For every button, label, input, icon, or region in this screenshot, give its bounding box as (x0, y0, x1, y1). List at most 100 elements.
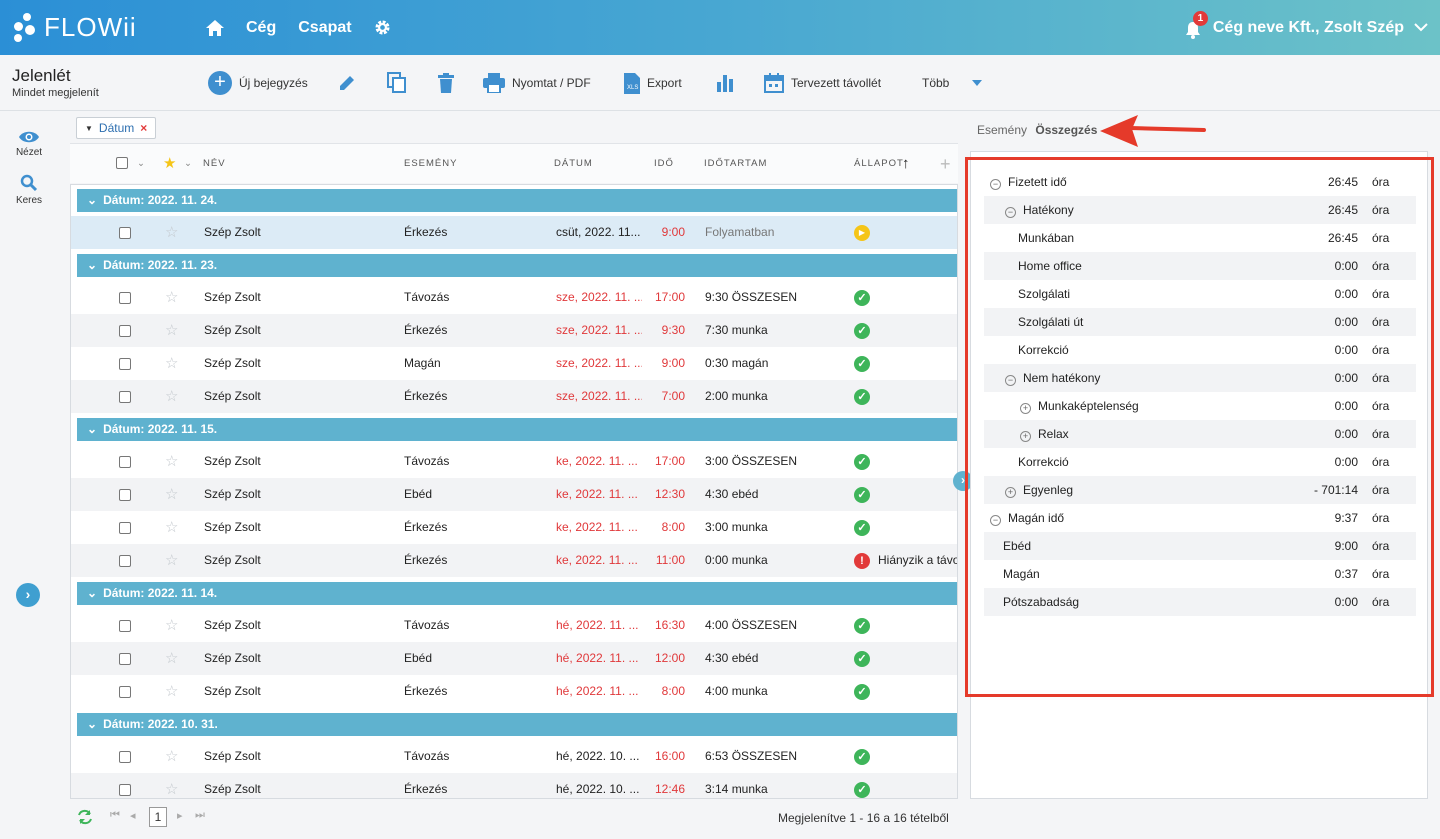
brand-name: FLOWii (44, 12, 137, 42)
row-checkbox[interactable] (119, 314, 131, 347)
column-header-name[interactable]: NÉV (203, 144, 226, 184)
date-filter-chip[interactable]: ▼ Dátum × (76, 117, 157, 139)
edit-button[interactable] (337, 55, 357, 111)
next-page-icon[interactable]: ▸ (177, 809, 183, 822)
copy-button[interactable] (387, 55, 407, 111)
table-row[interactable]: ☆ Szép Zsolt Magán sze, 2022. 11. ... 9:00 0:… (71, 347, 957, 380)
row-checkbox[interactable] (119, 347, 131, 380)
column-header-time[interactable]: IDŐ (654, 144, 674, 184)
table-row[interactable]: ☆ Szép Zsolt Érkezés hé, 2022. 10. ... 12:46… (71, 773, 957, 798)
gear-icon[interactable] (374, 19, 391, 36)
last-page-icon[interactable]: ⏭ (195, 809, 205, 822)
star-icon[interactable]: ☆ (165, 773, 178, 798)
row-checkbox[interactable] (119, 642, 131, 675)
table-row[interactable]: ☆ Szép Zsolt Ebéd ke, 2022. 11. ... 12:30 4:3… (71, 478, 957, 511)
add-column-plus-icon[interactable]: + (940, 144, 952, 184)
group-header-row[interactable]: ⌄ Dátum: 2022. 11. 14. (77, 582, 957, 605)
group-header-row[interactable]: ⌄ Dátum: 2022. 11. 23. (77, 254, 957, 277)
remove-filter-icon[interactable]: × (140, 121, 147, 135)
select-menu-chevron-icon[interactable]: ⌄ (137, 144, 146, 184)
more-label: Több (922, 76, 950, 90)
view-button[interactable]: Nézet (0, 130, 58, 158)
group-label: Dátum: 2022. 11. 15. (103, 422, 218, 436)
expand-sidebar-button[interactable]: › (16, 583, 40, 607)
table-row[interactable]: ☆ Szép Zsolt Érkezés ke, 2022. 11. ... 11:00… (71, 544, 957, 577)
star-icon[interactable]: ☆ (165, 445, 178, 478)
row-checkbox[interactable] (119, 281, 131, 314)
planned-absence-button[interactable]: Tervezett távollét (764, 55, 881, 111)
column-header-event[interactable]: ESEMÉNY (404, 144, 457, 184)
table-row[interactable]: ☆ Szép Zsolt Távozás ke, 2022. 11. ... 17:00… (71, 445, 957, 478)
cell-event: Érkezés (404, 520, 448, 534)
table-row[interactable]: ☆ Szép Zsolt Érkezés sze, 2022. 11. ... 9:30… (71, 314, 957, 347)
row-checkbox[interactable] (119, 216, 131, 249)
row-checkbox[interactable] (119, 544, 131, 577)
star-icon[interactable]: ☆ (165, 511, 178, 544)
star-icon[interactable]: ☆ (165, 609, 178, 642)
nav-team[interactable]: Csapat (298, 19, 351, 37)
more-dropdown[interactable]: Több (922, 55, 983, 111)
group-header-row[interactable]: ⌄ Dátum: 2022. 10. 31. (77, 713, 957, 736)
star-icon[interactable]: ☆ (165, 216, 178, 249)
prev-page-icon[interactable]: ◂ (130, 809, 136, 822)
cell-date: ke, 2022. 11. ... (556, 487, 638, 501)
table-row[interactable]: ☆ Szép Zsolt Érkezés ke, 2022. 11. ... 8:00 3… (71, 511, 957, 544)
group-header-row[interactable]: ⌄ Dátum: 2022. 11. 15. (77, 418, 957, 441)
star-icon[interactable]: ☆ (165, 478, 178, 511)
table-row[interactable]: ☆ Szép Zsolt Távozás hé, 2022. 10. ... 16:00… (71, 740, 957, 773)
star-icon[interactable]: ☆ (165, 347, 178, 380)
caret-down-icon: ▼ (85, 123, 93, 133)
first-page-icon[interactable]: ⏮ (110, 809, 120, 822)
row-checkbox[interactable] (119, 773, 131, 798)
svg-text:XLS: XLS (627, 85, 638, 91)
favorite-menu-chevron-icon[interactable]: ⌄ (184, 144, 193, 184)
column-header-status[interactable]: ÁLLAPOT (854, 144, 904, 184)
table-row[interactable]: ☆ Szép Zsolt Érkezés hé, 2022. 11. ... 8:00 4… (71, 675, 957, 708)
star-icon[interactable]: ☆ (165, 281, 178, 314)
page-number[interactable]: 1 (149, 807, 167, 827)
refresh-icon[interactable] (77, 809, 93, 825)
account-name[interactable]: Cég neve Kft., Zsolt Szép (1213, 19, 1404, 37)
tab-summary[interactable]: Összegzés (1035, 123, 1097, 137)
statistics-button[interactable] (716, 55, 734, 111)
row-checkbox[interactable] (119, 609, 131, 642)
row-checkbox[interactable] (119, 511, 131, 544)
table-row[interactable]: ☆ Szép Zsolt Ebéd hé, 2022. 11. ... 12:00 4:3… (71, 642, 957, 675)
check-circle-icon: ✓ (854, 453, 870, 470)
group-header-row[interactable]: ⌄ Dátum: 2022. 11. 24. (77, 189, 957, 212)
star-icon[interactable]: ☆ (165, 380, 178, 413)
star-icon[interactable]: ☆ (165, 544, 178, 577)
table-row[interactable]: ☆ Szép Zsolt Érkezés sze, 2022. 11. ... 7:00… (71, 380, 957, 413)
chevron-down-icon[interactable] (1414, 23, 1428, 32)
export-button[interactable]: XLS Export (624, 55, 682, 111)
search-button[interactable]: Keres (0, 174, 58, 206)
chevron-right-icon: › (25, 586, 31, 602)
star-icon[interactable]: ☆ (165, 675, 178, 708)
cell-duration: 4:00 munka (705, 684, 768, 698)
new-entry-button[interactable]: + Új bejegyzés (208, 55, 308, 111)
column-header-date[interactable]: DÁTUM (554, 144, 593, 184)
logo[interactable]: FLOWii (12, 12, 137, 43)
nav-company[interactable]: Cég (246, 19, 276, 37)
star-icon[interactable]: ☆ (165, 642, 178, 675)
print-button[interactable]: Nyomtat / PDF (483, 55, 591, 111)
row-checkbox[interactable] (119, 740, 131, 773)
row-checkbox[interactable] (119, 445, 131, 478)
select-all-checkbox[interactable] (116, 144, 128, 184)
row-checkbox[interactable] (119, 675, 131, 708)
home-icon[interactable] (206, 19, 224, 36)
excel-file-icon: XLS (624, 72, 640, 94)
sort-arrow-up-icon[interactable]: ↑ (902, 144, 911, 184)
row-checkbox[interactable] (119, 478, 131, 511)
star-icon[interactable]: ☆ (165, 740, 178, 773)
bell-icon[interactable]: 1 (1185, 10, 1208, 39)
table-row[interactable]: ☆ Szép Zsolt Távozás sze, 2022. 11. ... 17:0… (71, 281, 957, 314)
table-row[interactable]: ☆ Szép Zsolt Távozás hé, 2022. 11. ... 16:30… (71, 609, 957, 642)
tab-event[interactable]: Esemény (977, 123, 1027, 137)
delete-button[interactable] (437, 55, 455, 111)
favorite-filter-star-icon[interactable]: ★ (163, 144, 177, 184)
table-row[interactable]: ☆ Szép Zsolt Érkezés csüt, 2022. 11... 9:00 F… (71, 216, 957, 249)
column-header-duration[interactable]: IDŐTARTAM (704, 144, 767, 184)
star-icon[interactable]: ☆ (165, 314, 178, 347)
row-checkbox[interactable] (119, 380, 131, 413)
